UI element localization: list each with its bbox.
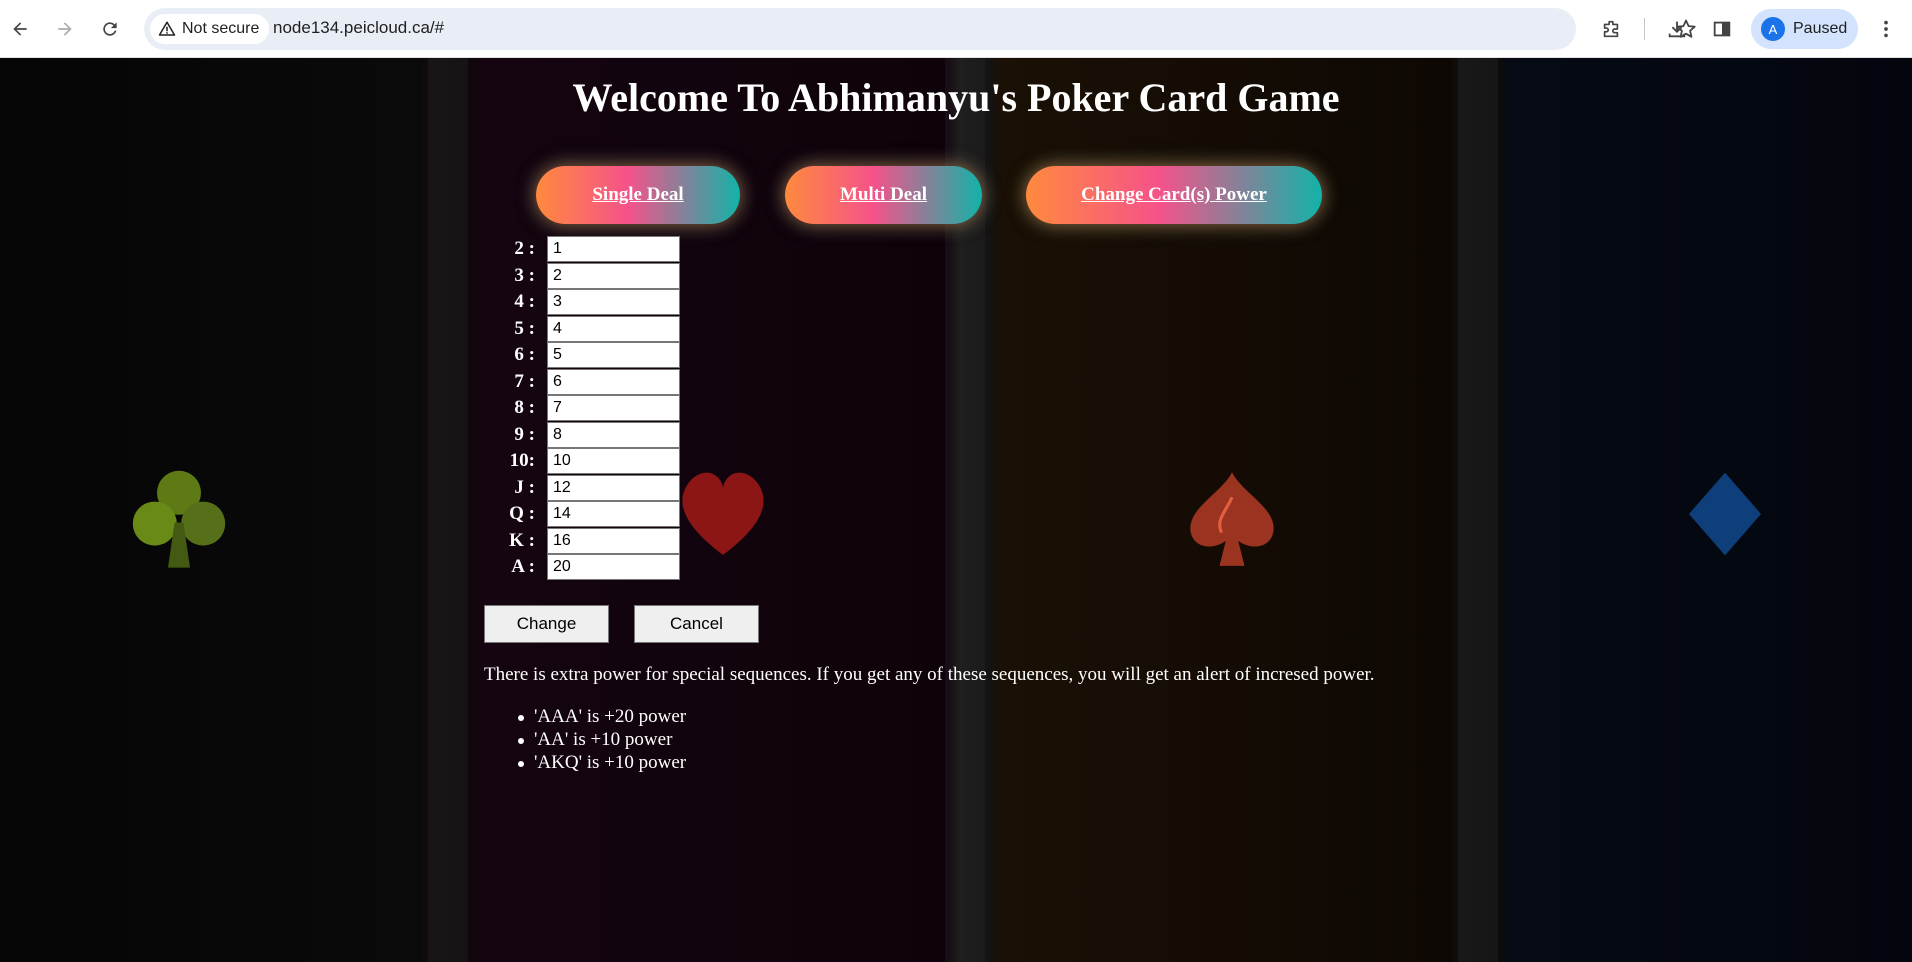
power-input-10[interactable] bbox=[547, 448, 680, 474]
power-row-5: 5 : bbox=[500, 315, 700, 343]
card-label: J : bbox=[514, 476, 535, 498]
browser-toolbar: Not secure node134.peicloud.ca/# A Pause… bbox=[0, 0, 1912, 58]
list-item: 'AKQ' is +10 power bbox=[517, 752, 687, 773]
extensions-button[interactable] bbox=[1597, 15, 1625, 43]
list-item: 'AA' is +10 power bbox=[517, 729, 686, 752]
side-panel-button[interactable] bbox=[1708, 15, 1736, 43]
background-stripe bbox=[1458, 58, 1498, 962]
card-label: K : bbox=[509, 529, 535, 551]
profile-button[interactable]: A Paused bbox=[1751, 9, 1858, 49]
power-row-j: J : bbox=[500, 474, 700, 502]
menu-button[interactable] bbox=[1872, 15, 1900, 43]
change-button[interactable]: Change bbox=[484, 605, 609, 643]
power-row-4: 4 : bbox=[500, 289, 700, 316]
power-row-6: 6 : bbox=[500, 342, 700, 369]
download-icon bbox=[1668, 21, 1686, 38]
reload-icon bbox=[103, 22, 117, 36]
puzzle-icon bbox=[1603, 20, 1619, 38]
power-input-j[interactable] bbox=[547, 474, 680, 501]
card-label: 2 : bbox=[514, 238, 535, 259]
card-label: 10: bbox=[509, 450, 535, 471]
more-vert-icon bbox=[1884, 20, 1888, 38]
single-deal-button[interactable]: Single Deal bbox=[536, 166, 740, 224]
card-label: 3 : bbox=[514, 264, 535, 286]
security-label: Not secure bbox=[182, 20, 260, 37]
multi-deal-button[interactable]: Multi Deal bbox=[785, 166, 982, 224]
back-button[interactable] bbox=[2, 11, 38, 47]
arrow-right-icon bbox=[58, 22, 72, 36]
power-row-8: 8 : bbox=[500, 395, 700, 422]
card-label: 6 : bbox=[514, 344, 535, 365]
power-row-k: K : bbox=[500, 527, 700, 555]
card-label: Q : bbox=[509, 503, 535, 524]
power-row-q: Q : bbox=[500, 501, 700, 528]
power-row-3: 3 : bbox=[500, 262, 700, 290]
power-input-a[interactable] bbox=[547, 554, 680, 580]
background-stripe bbox=[428, 58, 468, 962]
list-item: 'AAA' is +20 power bbox=[517, 706, 687, 727]
security-indicator[interactable]: Not secure bbox=[150, 14, 270, 44]
warning-icon bbox=[158, 21, 176, 36]
spade-icon bbox=[1190, 472, 1274, 566]
change-power-button[interactable]: Change Card(s) Power bbox=[1026, 166, 1322, 224]
power-input-7[interactable] bbox=[547, 368, 680, 395]
club-icon bbox=[132, 470, 226, 568]
avatar: A bbox=[1761, 17, 1785, 41]
power-row-7: 7 : bbox=[500, 368, 700, 396]
downloads-button[interactable] bbox=[1663, 15, 1691, 43]
power-input-6[interactable] bbox=[547, 342, 680, 368]
power-input-9[interactable] bbox=[547, 421, 680, 448]
special-sequence-info: There is extra power for special sequenc… bbox=[484, 664, 1375, 685]
page-title: Welcome To Abhimanyu's Poker Card Game bbox=[572, 75, 1340, 120]
power-input-8[interactable] bbox=[547, 395, 680, 421]
page-content: Welcome To Abhimanyu's Poker Card Game S… bbox=[0, 58, 1912, 962]
reload-button[interactable] bbox=[92, 11, 128, 47]
cancel-button[interactable]: Cancel bbox=[634, 605, 759, 643]
sequence-rules-list: 'AAA' is +20 power 'AA' is +10 power 'AK… bbox=[517, 706, 687, 775]
power-input-3[interactable] bbox=[547, 262, 680, 289]
card-label: 8 : bbox=[514, 397, 535, 418]
arrow-left-icon bbox=[13, 22, 27, 36]
toolbar-divider bbox=[1644, 18, 1645, 40]
card-label: 5 : bbox=[514, 317, 535, 339]
diamond-icon bbox=[1689, 472, 1761, 556]
card-label: A : bbox=[511, 556, 535, 577]
forward-button[interactable] bbox=[47, 11, 83, 47]
card-label: 9 : bbox=[514, 423, 535, 445]
power-row-10: 10: bbox=[500, 448, 700, 475]
power-input-5[interactable] bbox=[547, 315, 680, 342]
power-input-k[interactable] bbox=[547, 527, 680, 554]
power-input-q[interactable] bbox=[547, 501, 680, 527]
card-label: 7 : bbox=[514, 370, 535, 392]
power-input-2[interactable] bbox=[547, 236, 680, 262]
power-row-9: 9 : bbox=[500, 421, 700, 449]
url-text[interactable]: node134.peicloud.ca/# bbox=[273, 18, 444, 38]
profile-status: Paused bbox=[1793, 20, 1848, 37]
card-label: 4 : bbox=[514, 291, 535, 312]
address-bar[interactable]: Not secure node134.peicloud.ca/# bbox=[144, 8, 1696, 50]
side-panel-icon bbox=[1713, 21, 1731, 37]
power-input-4[interactable] bbox=[547, 289, 680, 315]
power-row-2: 2 : bbox=[500, 236, 700, 263]
power-row-a: A : bbox=[500, 554, 700, 581]
